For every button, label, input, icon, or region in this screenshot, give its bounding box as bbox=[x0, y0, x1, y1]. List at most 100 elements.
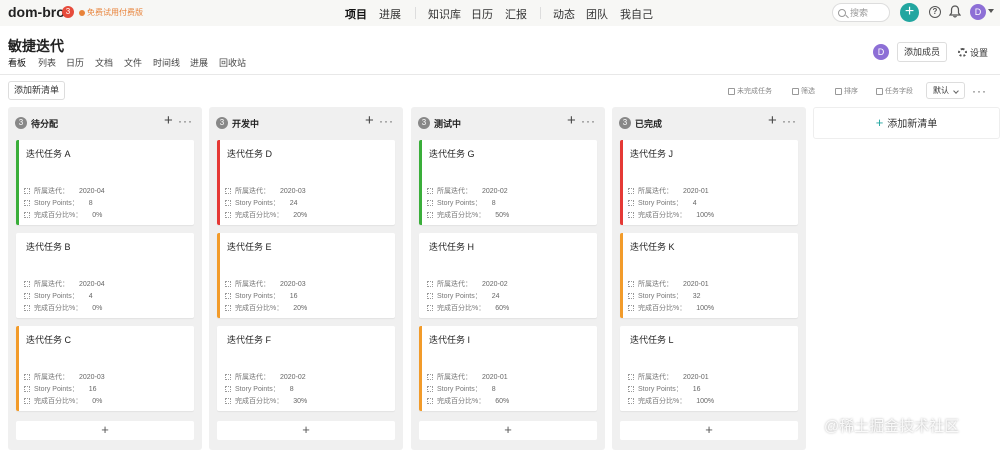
column-header: 3 待分配 + ··· bbox=[8, 107, 202, 139]
task-card[interactable]: 迭代任务 L 所属迭代： 2020-01 Story Points： 16 完成百分比%：… bbox=[620, 326, 798, 411]
tab-list[interactable]: 列表 bbox=[38, 56, 56, 69]
task-card[interactable]: 迭代任务 K 所属迭代： 2020-01 Story Points： 32 完成百分比%：… bbox=[620, 233, 798, 318]
chevron-down-icon[interactable] bbox=[988, 9, 994, 13]
nav-item-calendar[interactable]: 日历 bbox=[471, 6, 493, 22]
hash-icon bbox=[24, 200, 30, 206]
settings-button[interactable]: 设置 bbox=[958, 46, 988, 59]
nav-item-me[interactable]: 我自己 bbox=[620, 6, 653, 22]
priority-bar bbox=[620, 233, 623, 318]
hash-icon bbox=[427, 200, 433, 206]
add-card-button[interactable]: + bbox=[16, 421, 194, 440]
hash-icon bbox=[24, 398, 30, 404]
iteration-label: 所属迭代： bbox=[638, 374, 673, 381]
tab-calendar[interactable]: 日历 bbox=[66, 56, 84, 69]
iteration-label: 所属迭代： bbox=[437, 281, 472, 288]
task-card[interactable]: 迭代任务 H 所属迭代： 2020-02 Story Points： 24 完成百分比%：… bbox=[419, 233, 597, 318]
add-list-button[interactable]: 添加新清单 bbox=[8, 81, 65, 100]
task-fields-button[interactable]: 任务字段 bbox=[876, 86, 913, 96]
task-card[interactable]: 迭代任务 B 所属迭代： 2020-04 Story Points： 4 完成百分比%： 0… bbox=[16, 233, 194, 318]
column-title: 已完成 bbox=[635, 119, 663, 129]
member-avatar[interactable]: D bbox=[873, 44, 889, 60]
tab-files[interactable]: 文件 bbox=[124, 56, 142, 69]
column-more-icon[interactable]: ··· bbox=[782, 114, 797, 128]
task-iteration: 所属迭代： 2020-02 bbox=[225, 372, 306, 382]
nav-item-team[interactable]: 团队 bbox=[586, 6, 608, 22]
tab-timeline[interactable]: 时间线 bbox=[153, 56, 180, 69]
list-icon bbox=[628, 281, 634, 287]
task-card[interactable]: 迭代任务 D 所属迭代： 2020-03 Story Points： 24 完成百分比%：… bbox=[217, 140, 395, 225]
task-iteration: 所属迭代： 2020-03 bbox=[225, 186, 306, 196]
column-more-icon[interactable]: ··· bbox=[178, 114, 193, 128]
task-percent: 完成百分比%： 100% bbox=[628, 303, 714, 313]
percent-label: 完成百分比%： bbox=[235, 305, 284, 312]
nav-item-report[interactable]: 汇报 bbox=[505, 6, 527, 22]
board-column: 3 开发中 + ··· 迭代任务 D 所属迭代： 2020-03 Story Points： 2… bbox=[209, 107, 403, 450]
add-card-button[interactable]: + bbox=[217, 421, 395, 440]
priority-bar bbox=[16, 140, 19, 225]
percent-label: 完成百分比%： bbox=[34, 398, 83, 405]
hash-icon bbox=[427, 293, 433, 299]
hash-icon bbox=[628, 305, 634, 311]
help-icon[interactable]: ? bbox=[929, 6, 941, 18]
task-iteration: 所属迭代： 2020-02 bbox=[427, 279, 508, 289]
points-label: Story Points： bbox=[437, 386, 482, 393]
add-new-list-button[interactable]: + 添加新清单 bbox=[813, 107, 1000, 139]
add-task-icon[interactable]: + bbox=[164, 112, 173, 129]
tab-recycle-bin[interactable]: 回收站 bbox=[219, 56, 246, 69]
task-name: 迭代任务 D bbox=[227, 149, 273, 159]
iteration-label: 所属迭代： bbox=[437, 188, 472, 195]
add-member-button[interactable]: 添加成员 bbox=[897, 42, 947, 62]
trial-link[interactable]: 免费试用付费版 bbox=[79, 7, 143, 18]
tab-board[interactable]: 看板 bbox=[8, 56, 26, 69]
tab-progress[interactable]: 进展 bbox=[190, 56, 208, 69]
search-placeholder: 搜索 bbox=[850, 8, 869, 18]
task-iteration: 所属迭代： 2020-01 bbox=[628, 186, 709, 196]
nav-item-activity[interactable]: 动态 bbox=[553, 6, 575, 22]
column-more-icon[interactable]: ··· bbox=[581, 114, 596, 128]
task-card[interactable]: 迭代任务 C 所属迭代： 2020-03 Story Points： 16 完成百分比%：… bbox=[16, 326, 194, 411]
add-task-icon[interactable]: + bbox=[768, 112, 777, 129]
percent-label: 完成百分比%： bbox=[638, 305, 687, 312]
add-task-icon[interactable]: + bbox=[365, 112, 374, 129]
fields-icon bbox=[876, 87, 883, 95]
nav-item-projects[interactable]: 项目 bbox=[345, 6, 367, 22]
more-icon[interactable]: ··· bbox=[972, 84, 987, 98]
add-task-icon[interactable]: + bbox=[567, 112, 576, 129]
iteration-value: 2020-03 bbox=[280, 187, 306, 195]
tab-docs[interactable]: 文档 bbox=[95, 56, 113, 69]
task-points: Story Points： 8 bbox=[24, 198, 93, 208]
search-input[interactable]: 搜索 bbox=[832, 3, 890, 22]
board-column: 3 测试中 + ··· 迭代任务 G 所属迭代： 2020-02 Story Points： 8… bbox=[411, 107, 605, 450]
header-divider bbox=[0, 74, 1000, 75]
iteration-label: 所属迭代： bbox=[34, 188, 69, 195]
task-card[interactable]: 迭代任务 G 所属迭代： 2020-02 Story Points： 8 完成百分比%： 5… bbox=[419, 140, 597, 225]
add-card-button[interactable]: + bbox=[419, 421, 597, 440]
iteration-label: 所属迭代： bbox=[235, 374, 270, 381]
add-card-button[interactable]: + bbox=[620, 421, 798, 440]
task-points: Story Points： 16 bbox=[225, 291, 298, 301]
filter-button[interactable]: 筛选 bbox=[792, 86, 815, 96]
bell-icon[interactable] bbox=[949, 5, 961, 18]
task-card[interactable]: 迭代任务 I 所属迭代： 2020-01 Story Points： 8 完成百分比%： 6… bbox=[419, 326, 597, 411]
sort-button[interactable]: 排序 bbox=[835, 86, 858, 96]
nav-item-knowledge[interactable]: 知识库 bbox=[428, 6, 461, 22]
create-button[interactable]: + bbox=[900, 3, 919, 22]
percent-label: 完成百分比%： bbox=[34, 212, 83, 219]
sort-select[interactable]: 默认 bbox=[926, 82, 965, 99]
percent-label: 完成百分比%： bbox=[437, 305, 486, 312]
priority-bar bbox=[620, 140, 623, 225]
column-more-icon[interactable]: ··· bbox=[379, 114, 394, 128]
task-card[interactable]: 迭代任务 F 所属迭代： 2020-02 Story Points： 8 完成百分比%： 3… bbox=[217, 326, 395, 411]
user-avatar[interactable]: D bbox=[970, 4, 986, 20]
points-label: Story Points： bbox=[638, 293, 683, 300]
nav-item-progress[interactable]: 进展 bbox=[379, 6, 401, 22]
notification-badge[interactable]: 3 bbox=[62, 6, 74, 18]
column-count-badge: 3 bbox=[418, 117, 430, 129]
app-logo[interactable]: dom-bro bbox=[8, 4, 65, 20]
iteration-value: 2020-03 bbox=[280, 280, 306, 288]
incomplete-tasks-toggle[interactable]: 未完成任务 bbox=[728, 86, 772, 96]
task-card[interactable]: 迭代任务 J 所属迭代： 2020-01 Story Points： 4 完成百分比%： 1… bbox=[620, 140, 798, 225]
points-value: 32 bbox=[692, 292, 701, 300]
task-card[interactable]: 迭代任务 E 所属迭代： 2020-03 Story Points： 16 完成百分比%：… bbox=[217, 233, 395, 318]
task-card[interactable]: 迭代任务 A 所属迭代： 2020-04 Story Points： 8 完成百分比%： 0… bbox=[16, 140, 194, 225]
